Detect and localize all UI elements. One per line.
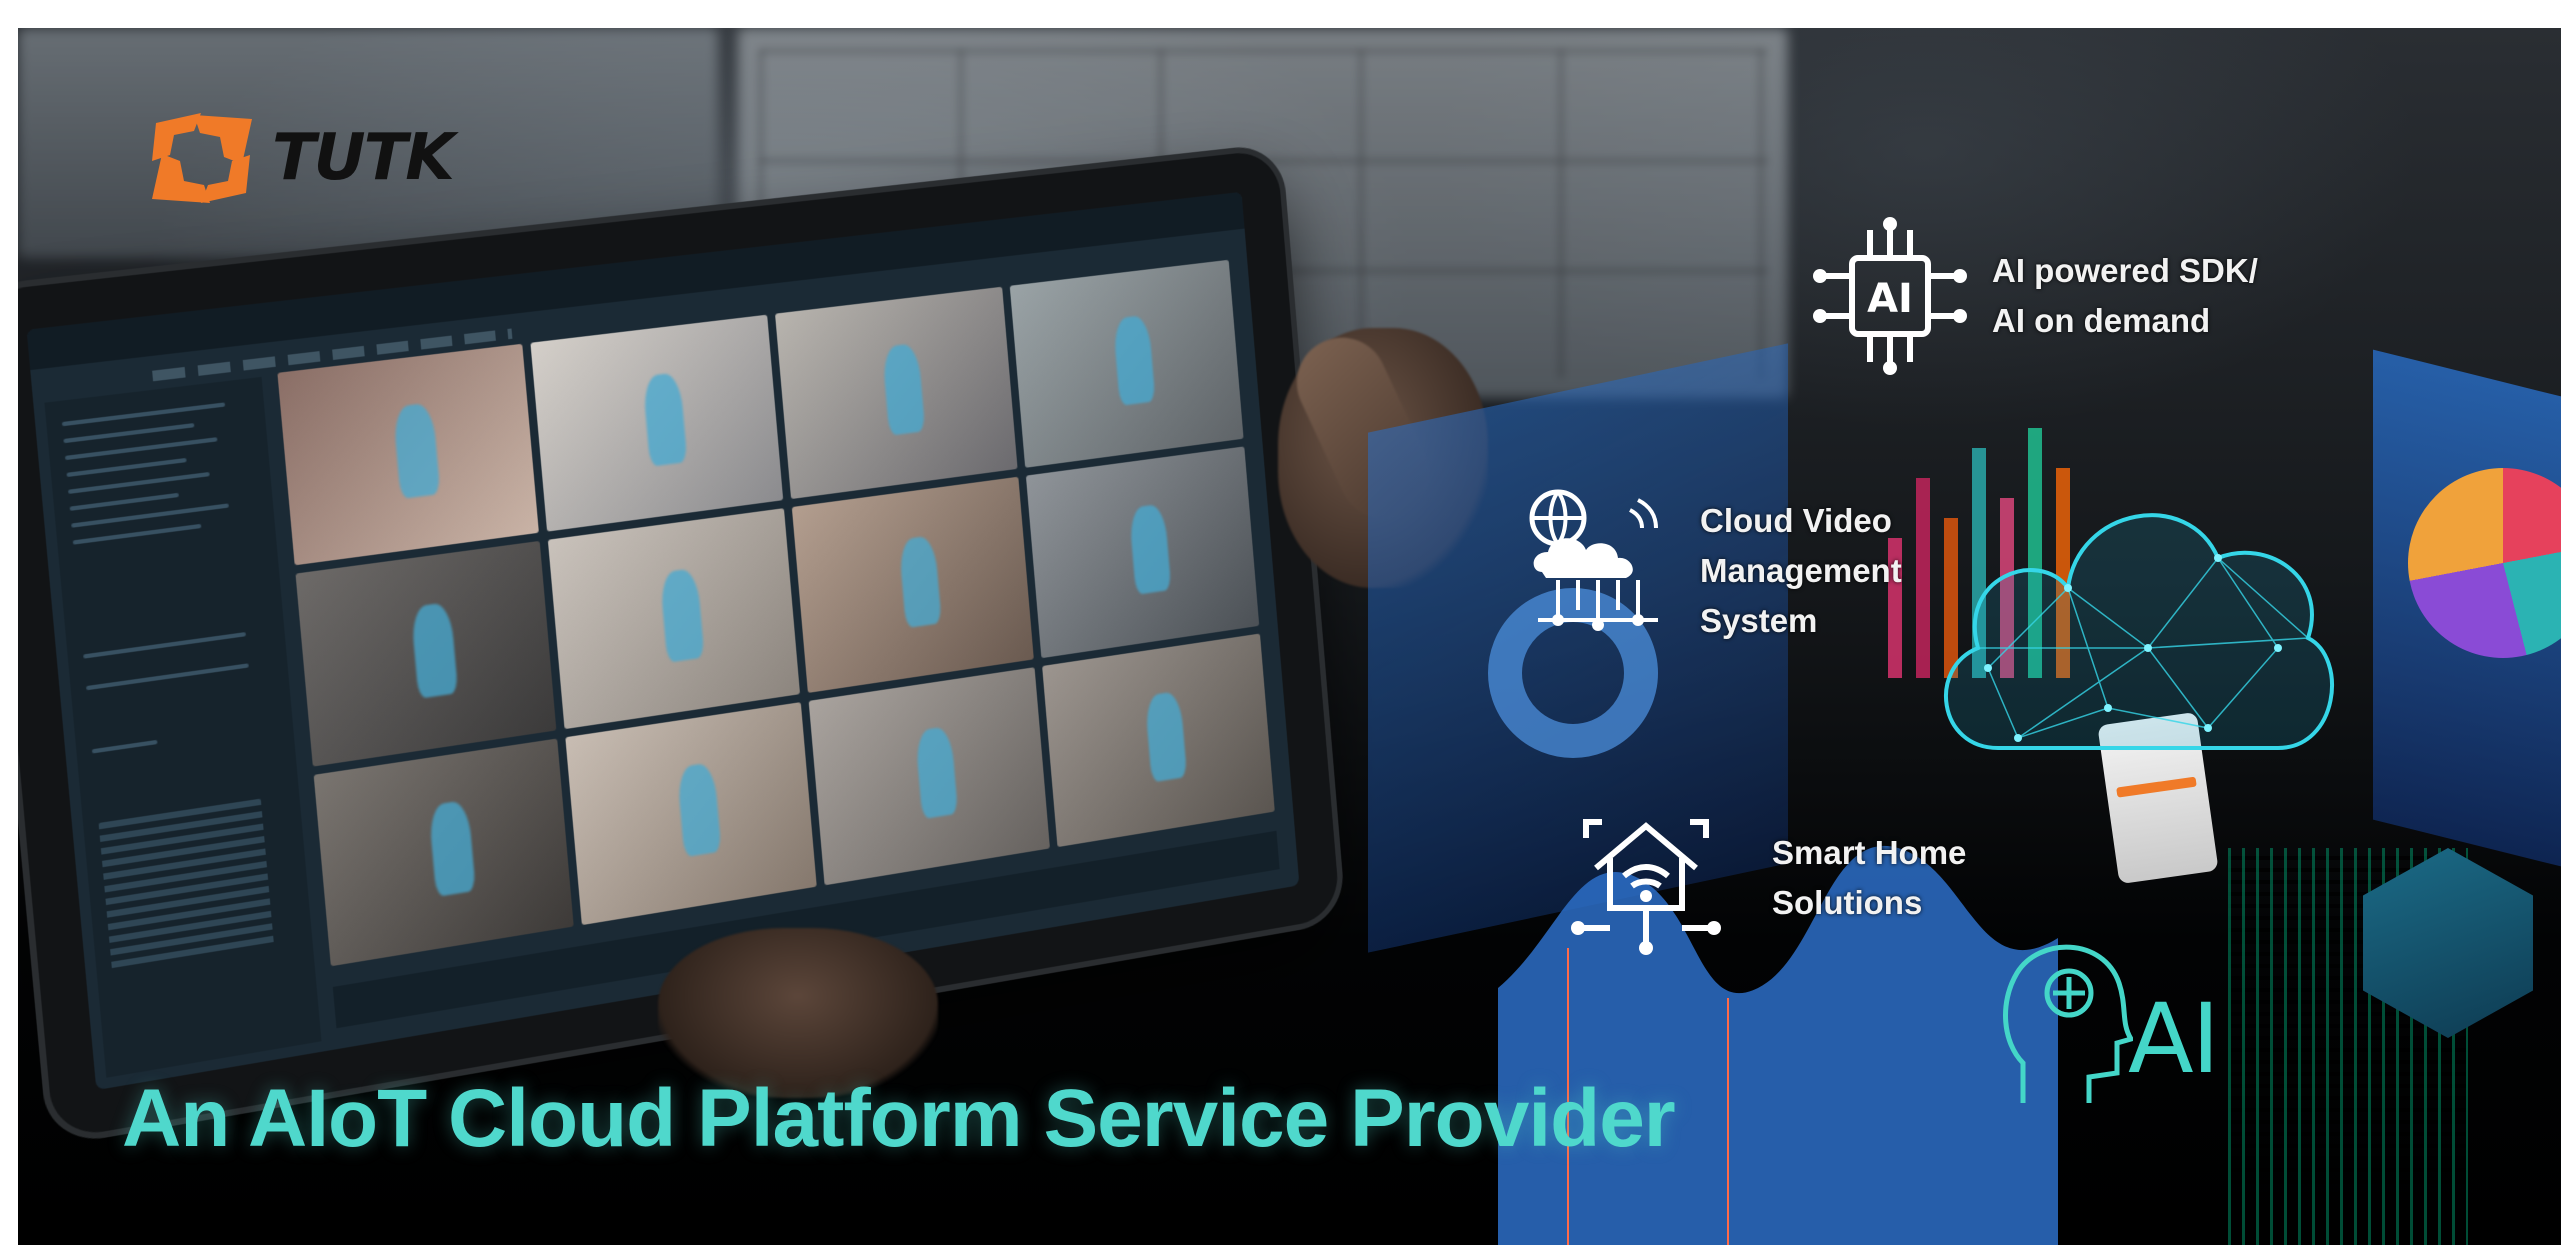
- camera-feed: [808, 666, 1050, 886]
- feature-cloud-text: Cloud Video Management System: [1700, 496, 1902, 646]
- feature-line: Smart Home: [1772, 834, 1967, 871]
- sidebar-line: [69, 492, 179, 511]
- wireframe-cloud-icon: [1943, 513, 2334, 750]
- camera-feed: [313, 738, 575, 967]
- sidebar-line: [83, 632, 247, 659]
- tutk-logo-text: TUTK: [272, 121, 455, 195]
- camera-feed: [295, 541, 557, 767]
- sidebar-line: [66, 457, 187, 478]
- sidebar-line: [72, 523, 202, 545]
- tutk-logo: TUTK: [146, 98, 455, 218]
- camera-feed: [1041, 633, 1275, 848]
- sidebar-line: [85, 663, 249, 691]
- headline: An AIoT Cloud Platform Service Provider: [122, 1073, 1676, 1164]
- ai-label: AI: [2128, 983, 2220, 1095]
- feature-line: Management: [1700, 552, 1902, 589]
- svg-text:AI: AI: [1867, 276, 1913, 322]
- camera-feed: [548, 508, 800, 729]
- camera-feed: [277, 343, 540, 566]
- sidebar-line: [61, 402, 226, 427]
- camera-feed: [791, 477, 1034, 693]
- feature-ai-text: AI powered SDK/ AI on demand: [1992, 246, 2258, 346]
- sidebar-line: [63, 423, 195, 444]
- sidebar-line: [91, 739, 158, 754]
- sidebar-line: [64, 437, 218, 461]
- feature-line: System: [1700, 602, 1818, 639]
- feature-line: AI on demand: [1992, 302, 2211, 339]
- feature-cloud-vms: Cloud Video Management System: [1518, 480, 1902, 646]
- sidebar-table: [98, 798, 274, 971]
- tutk-logo-mark-icon: [152, 113, 252, 203]
- hero-banner: TUTK AI AI powered SDK/ AI on demand Clo…: [18, 28, 2561, 1245]
- sidebar-line: [67, 471, 210, 494]
- feature-line: Solutions: [1772, 884, 1923, 921]
- camera-feed: [1025, 446, 1260, 658]
- camera-feed: [774, 286, 1018, 500]
- ai-chip-icon: AI: [1813, 217, 1967, 375]
- feature-ai-sdk: AI AI powered SDK/ AI on demand: [1810, 216, 2258, 376]
- phone-accent-bar: [2116, 776, 2197, 798]
- feature-smart-home: Smart Home Solutions: [1566, 798, 1966, 958]
- camera-feed: [1009, 259, 1244, 469]
- feature-home-text: Smart Home Solutions: [1772, 828, 1966, 928]
- feature-line: Cloud Video: [1700, 502, 1892, 539]
- tablet-screen: [26, 191, 1300, 1091]
- camera-feed: [565, 701, 817, 926]
- smart-home-wifi-icon: [1571, 819, 1721, 955]
- screen-sidebar: [44, 376, 322, 1078]
- feature-line: AI powered SDK/: [1992, 252, 2258, 289]
- ai-head-icon: [2003, 944, 2133, 1103]
- cloud-network-icon: [1529, 489, 1658, 631]
- camera-feed: [530, 314, 783, 532]
